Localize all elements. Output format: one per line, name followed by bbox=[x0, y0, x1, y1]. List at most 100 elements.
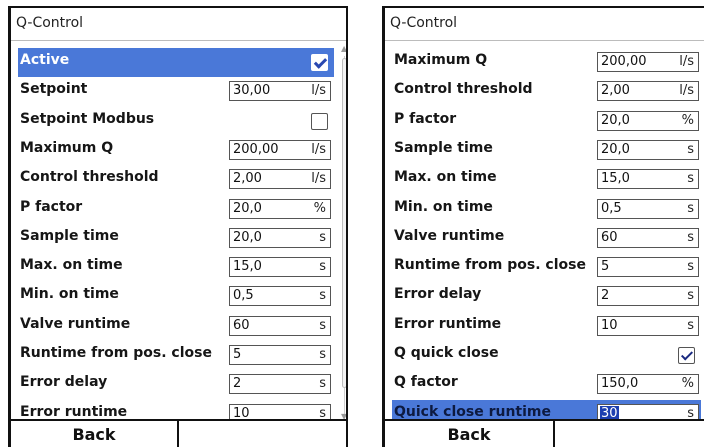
setting-row-min-on-time[interactable]: Min. on time 0,5 s bbox=[392, 195, 701, 224]
value-field[interactable]: 60 s bbox=[229, 315, 331, 336]
field-unit: s bbox=[687, 200, 694, 216]
field-unit: s bbox=[319, 288, 326, 304]
setting-row-p-factor[interactable]: P factor 20,0% bbox=[392, 107, 701, 136]
setting-row-control-threshold[interactable]: Control threshold 2,00 l/s bbox=[392, 77, 701, 106]
setting-row-maximum-q[interactable]: Maximum Q 200,00 l/s bbox=[18, 136, 334, 165]
setting-row-runtime-from-pos-close[interactable]: Runtime from pos. close 5 s bbox=[392, 253, 701, 282]
field-value: 60 bbox=[601, 229, 618, 245]
setting-row-active[interactable]: Active bbox=[18, 48, 334, 77]
setting-label: P factor bbox=[394, 110, 457, 127]
checkbox-checked-icon[interactable] bbox=[311, 54, 328, 71]
setting-label: Q quick close bbox=[394, 345, 499, 361]
q-control-panel-right: Q-Control Maximum Q 200,00 l/s Control thre… bbox=[382, 6, 704, 447]
scrollbar-thumb[interactable] bbox=[342, 58, 346, 388]
scroll-up-icon[interactable]: ▲ bbox=[341, 44, 346, 53]
setting-label: Error delay bbox=[394, 286, 482, 303]
field-value: 150,0 bbox=[601, 376, 639, 392]
setting-row-min-on-time[interactable]: Min. on time 0,5 s bbox=[18, 282, 334, 311]
setting-row-p-factor[interactable]: P factor 20,0% bbox=[18, 195, 334, 224]
setting-label: Sample time bbox=[20, 227, 119, 244]
setting-row-setpoint-modbus[interactable]: Setpoint Modbus bbox=[18, 107, 334, 136]
setting-label: Runtime from pos. close bbox=[394, 257, 586, 274]
value-field[interactable]: 200,00 l/s bbox=[597, 52, 699, 72]
value-field[interactable]: 20,0 s bbox=[597, 139, 699, 160]
setting-row-sample-time[interactable]: Sample time 20,0 s bbox=[392, 136, 701, 165]
scrollbar[interactable]: ▲ ▼ bbox=[341, 44, 346, 422]
field-unit: l/s bbox=[311, 83, 326, 99]
setting-row-error-delay[interactable]: Error delay 2 s bbox=[18, 370, 334, 399]
value-field[interactable]: 20,0% bbox=[229, 198, 331, 219]
setting-row-error-delay[interactable]: Error delay 2 s bbox=[392, 282, 701, 311]
setting-row-valve-runtime[interactable]: Valve runtime 60 s bbox=[18, 312, 334, 341]
setting-label: Sample time bbox=[394, 139, 493, 156]
field-value: 0,5 bbox=[233, 288, 254, 304]
value-field[interactable]: 200,00 l/s bbox=[229, 139, 331, 160]
field-unit: s bbox=[687, 288, 694, 304]
value-field[interactable]: 0,5 s bbox=[229, 286, 331, 307]
title-divider bbox=[385, 40, 704, 41]
value-field[interactable]: 2,00 l/s bbox=[597, 81, 699, 102]
setting-row-sample-time[interactable]: Sample time 20,0 s bbox=[18, 224, 334, 253]
value-field[interactable]: 60 s bbox=[597, 227, 699, 248]
setting-label: Max. on time bbox=[394, 169, 497, 186]
value-field[interactable]: 2,00 l/s bbox=[229, 169, 331, 190]
back-button[interactable]: Back bbox=[11, 421, 179, 447]
setting-label: Setpoint bbox=[20, 81, 88, 98]
setting-label: P factor bbox=[20, 198, 83, 215]
field-value: 15,0 bbox=[601, 171, 630, 187]
value-field[interactable]: 30,00 l/s bbox=[229, 81, 331, 102]
setting-label: Error runtime bbox=[20, 403, 128, 420]
field-unit: s bbox=[687, 317, 694, 333]
setting-row-setpoint[interactable]: Setpoint 30,00 l/s bbox=[18, 77, 334, 106]
checkbox-checked-icon[interactable] bbox=[678, 347, 695, 364]
value-field[interactable]: 2s bbox=[597, 286, 699, 307]
field-unit: s bbox=[319, 259, 326, 275]
setting-label: Error runtime bbox=[394, 315, 502, 332]
panel-title: Q-Control bbox=[385, 8, 704, 40]
setting-row-control-threshold[interactable]: Control threshold 2,00 l/s bbox=[18, 165, 334, 194]
panel-title: Q-Control bbox=[11, 8, 346, 40]
setting-row-q-factor[interactable]: Q factor 150,0% bbox=[392, 370, 701, 399]
field-value: 200,00 bbox=[233, 141, 279, 157]
field-value: 20,0 bbox=[601, 141, 630, 157]
value-field[interactable]: 2s bbox=[229, 374, 331, 395]
field-unit: s bbox=[319, 229, 326, 245]
field-value: 200,00 bbox=[601, 54, 647, 69]
q-control-panel-left: Q-Control Active Setpoint 30,00 l/s Setpoint… bbox=[8, 6, 348, 447]
value-field[interactable]: 15,0 s bbox=[597, 169, 699, 190]
value-field[interactable]: 5s bbox=[229, 345, 331, 365]
softkey-2[interactable] bbox=[555, 421, 704, 447]
setting-label: Runtime from pos. close bbox=[20, 345, 212, 361]
value-field[interactable]: 20,0 s bbox=[229, 227, 331, 248]
value-field[interactable]: 15,0 s bbox=[229, 257, 331, 278]
setting-row-valve-runtime[interactable]: Valve runtime 60 s bbox=[392, 224, 701, 253]
field-value: 20,0 bbox=[233, 229, 262, 245]
value-field[interactable]: 5s bbox=[597, 257, 699, 278]
setting-row-error-runtime[interactable]: Error runtime 10 s bbox=[392, 312, 701, 341]
field-unit: s bbox=[319, 317, 326, 333]
back-button[interactable]: Back bbox=[385, 421, 555, 447]
value-field[interactable]: 150,0% bbox=[597, 374, 699, 395]
field-value: 15,0 bbox=[233, 259, 262, 275]
checkbox-icon[interactable] bbox=[311, 112, 328, 130]
setting-row-runtime-from-pos-close[interactable]: Runtime from pos. close 5 s bbox=[18, 341, 334, 370]
field-unit: s bbox=[687, 229, 694, 245]
value-field[interactable]: 10 s bbox=[597, 315, 699, 336]
setting-row-maximum-q[interactable]: Maximum Q 200,00 l/s bbox=[392, 48, 701, 77]
field-unit: l/s bbox=[679, 83, 694, 99]
title-divider bbox=[11, 40, 346, 41]
softkey-2[interactable] bbox=[179, 421, 346, 447]
value-field[interactable]: 20,0% bbox=[597, 110, 699, 131]
softkey-bar: Back bbox=[11, 419, 346, 447]
setting-row-max-on-time[interactable]: Max. on time 15,0 s bbox=[392, 165, 701, 194]
field-value: 30,00 bbox=[233, 83, 271, 99]
value-field[interactable]: 0,5 s bbox=[597, 198, 699, 219]
field-unit: s bbox=[687, 259, 694, 275]
back-button-label: Back bbox=[447, 425, 491, 444]
field-value: 20,0 bbox=[601, 112, 630, 128]
setting-row-max-on-time[interactable]: Max. on time 15,0 s bbox=[18, 253, 334, 282]
setting-row-q-quick-close[interactable]: Q quick close bbox=[392, 341, 701, 370]
setting-label: Valve runtime bbox=[20, 315, 131, 332]
field-unit: s bbox=[319, 376, 326, 392]
field-unit: % bbox=[681, 112, 694, 128]
